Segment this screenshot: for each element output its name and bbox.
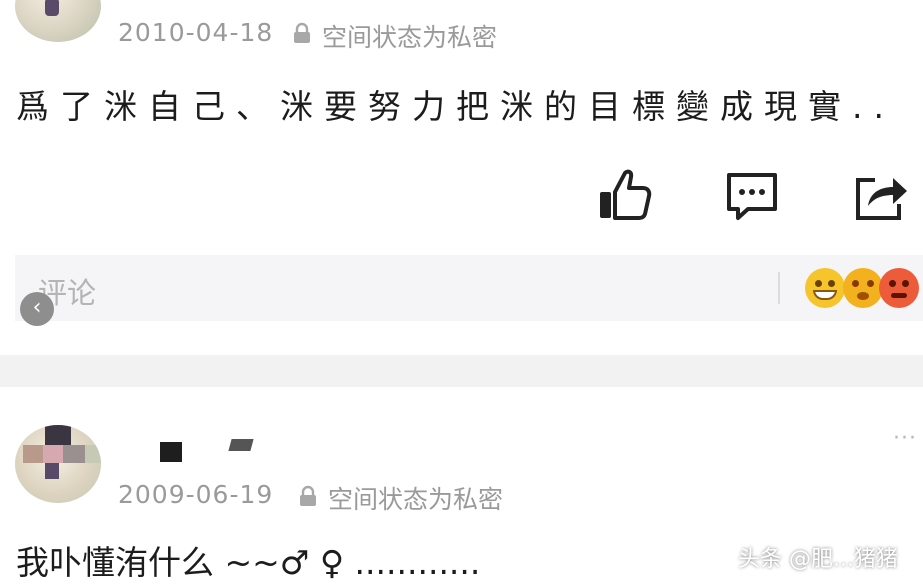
dizzy-emoji-icon[interactable] — [843, 268, 883, 308]
username-redacted — [160, 442, 182, 462]
comment-bar[interactable]: 评论 — [15, 255, 923, 321]
grinning-emoji-icon[interactable] — [805, 268, 845, 308]
avatar[interactable] — [15, 425, 101, 503]
share-arrow-icon — [856, 178, 907, 220]
comment-bubble-icon — [727, 173, 777, 220]
post-date: 2010-04-18 — [118, 18, 274, 47]
divider — [778, 272, 780, 304]
share-button[interactable] — [853, 170, 909, 226]
avatar[interactable] — [15, 0, 101, 42]
post-text: 我卟懂洧什么 ~~♂ ♀ ............ — [16, 543, 481, 582]
more-options-button[interactable]: ··· — [893, 426, 917, 451]
post-date: 2009-06-19 — [118, 480, 274, 509]
back-button[interactable]: ‹ — [20, 292, 54, 326]
username-redacted — [228, 439, 254, 451]
privacy-status: 空间状态为私密 — [322, 23, 498, 52]
lock-icon — [298, 485, 318, 507]
comment-button[interactable] — [724, 169, 780, 225]
chevron-left-icon: ‹ — [32, 295, 42, 320]
divider — [0, 355, 923, 387]
angry-emoji-icon[interactable] — [879, 268, 919, 308]
thumbs-up-icon — [600, 169, 652, 220]
watermark: 头条 @肥...猪猪 — [738, 547, 898, 572]
like-button[interactable] — [597, 166, 653, 222]
post-text: 爲了洣自己、洣要努力把洣的目標變成現實.. — [16, 87, 895, 126]
privacy-status: 空间状态为私密 — [328, 485, 504, 514]
lock-icon — [292, 22, 312, 44]
